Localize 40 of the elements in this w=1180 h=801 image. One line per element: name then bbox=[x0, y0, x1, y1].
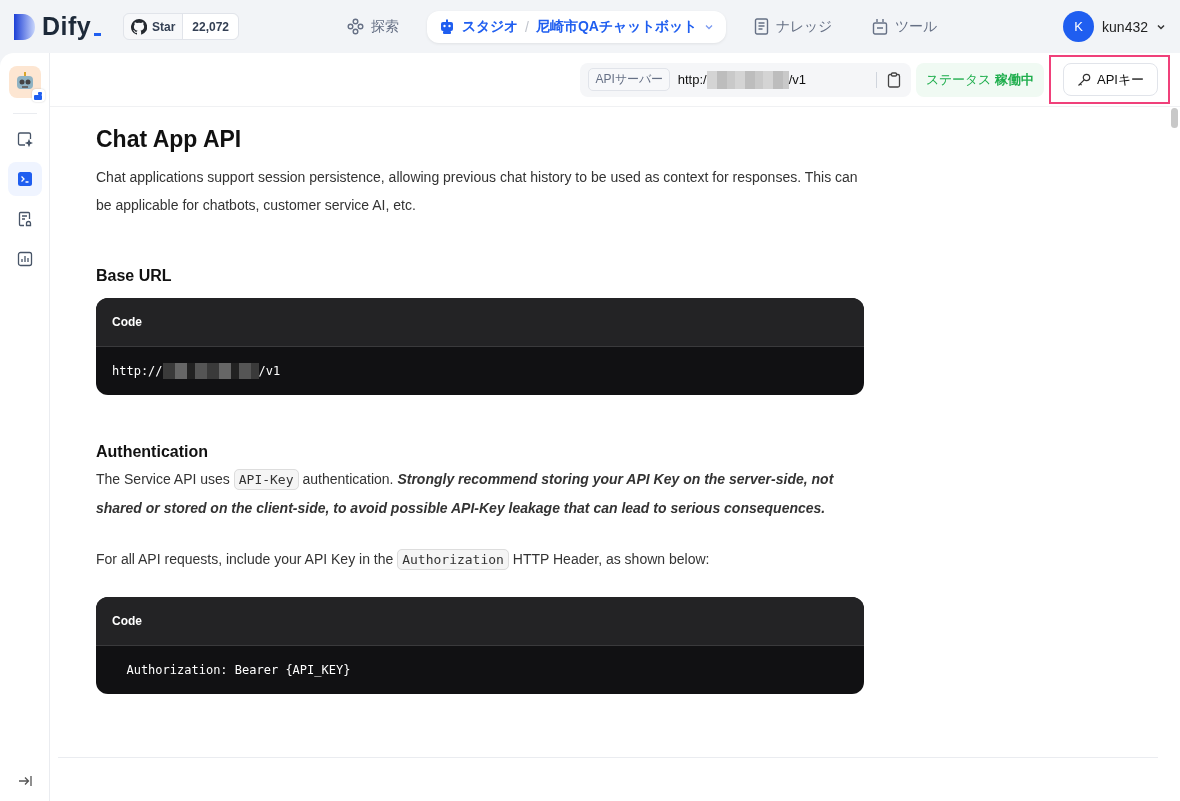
code-text: http:// bbox=[112, 364, 163, 378]
code-text: Authorization: Bearer {API_KEY} bbox=[125, 663, 351, 677]
code-text: /v1 bbox=[258, 364, 281, 378]
api-key-button[interactable]: APIキー bbox=[1063, 63, 1158, 96]
api-url: http:/ bbox=[677, 72, 707, 87]
robot-icon bbox=[439, 18, 456, 35]
code-label: Code bbox=[112, 614, 142, 628]
nav-tab[interactable]: ツール bbox=[859, 10, 949, 43]
scrollbar[interactable] bbox=[1171, 108, 1178, 128]
code-label: Code bbox=[112, 315, 142, 329]
collapse-icon[interactable] bbox=[17, 775, 32, 787]
paragraph: The Service API uses API-Key authentication. Strongly recommend storing your API Key on the server-side, not shared or stored on the client-side, to avoid possible API-Key leakage that can lead to serious consequences. bbox=[96, 468, 835, 518]
section-heading: Base URL bbox=[96, 267, 173, 285]
studio-tab[interactable]: スタジオ / 尼崎市QAチャットボット bbox=[427, 10, 726, 43]
avatar: K bbox=[1063, 11, 1095, 42]
sidebar-item[interactable] bbox=[7, 162, 42, 196]
terminal-icon bbox=[16, 171, 33, 187]
sparkle-window-icon bbox=[16, 131, 33, 147]
intro-paragraph: Chat applications support session persistence, allowing previous chat history to be used as context for responses. This can be applicable for chatbots, customer service AI, etc. bbox=[96, 168, 859, 215]
github-star-button[interactable]: Star 22,072 bbox=[123, 13, 240, 40]
api-server-tag: APIサーバー bbox=[588, 68, 670, 91]
toolbox-icon bbox=[871, 18, 888, 35]
paragraph: For all API requests, include your API Key in the Authorization HTTP Header, as shown below: bbox=[96, 545, 864, 574]
section-heading: Authentication bbox=[96, 443, 209, 461]
document-icon bbox=[16, 211, 33, 227]
logo-icon bbox=[14, 13, 36, 40]
user-menu[interactable]: K kun432 bbox=[1063, 11, 1166, 42]
api-badge-icon bbox=[31, 89, 45, 102]
page-title: Chat App API bbox=[96, 126, 243, 153]
github-icon bbox=[131, 18, 147, 35]
nav-tab[interactable]: ナレッジ bbox=[741, 10, 844, 43]
key-icon bbox=[1077, 72, 1092, 87]
logo-text: Dify bbox=[42, 12, 92, 41]
status-indicator: ステータス 稼働中 bbox=[916, 62, 1045, 97]
api-url: /v1 bbox=[788, 72, 807, 87]
clipboard-icon[interactable] bbox=[887, 71, 902, 88]
nav-tab[interactable]: 探索 bbox=[335, 10, 412, 43]
bar-chart-icon bbox=[16, 251, 33, 267]
circles-icon bbox=[347, 18, 365, 35]
book-icon bbox=[753, 18, 769, 35]
